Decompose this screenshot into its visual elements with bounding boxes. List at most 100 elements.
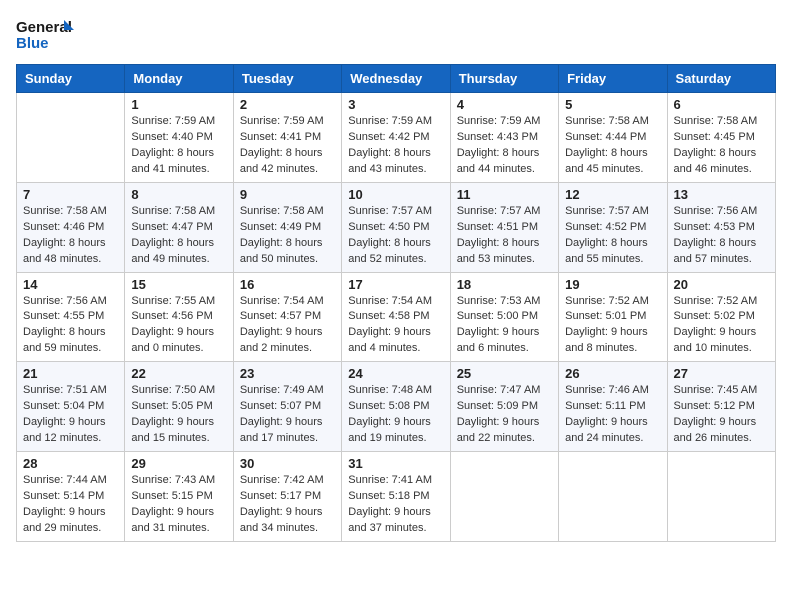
weekday-header-tuesday: Tuesday [233, 65, 341, 93]
calendar-cell: 19 Sunrise: 7:52 AMSunset: 5:01 PMDayligh… [559, 272, 667, 362]
weekday-header-friday: Friday [559, 65, 667, 93]
day-info: Sunrise: 7:58 AMSunset: 4:45 PMDaylight:… [674, 114, 769, 178]
calendar-week-row: 21 Sunrise: 7:51 AMSunset: 5:04 PMDayligh… [17, 362, 776, 452]
calendar-cell: 8Sunrise: 7:58 AMSunset: 4:47 PMDaylight… [125, 182, 233, 272]
day-number: 25 [457, 366, 552, 381]
day-number: 29 [131, 456, 226, 471]
svg-text:Blue: Blue [16, 35, 49, 52]
calendar-cell: 11Sunrise: 7:57 AMSunset: 4:51 PMDayligh… [450, 182, 558, 272]
day-info: Sunrise: 7:51 AMSunset: 5:04 PMDaylight:… [23, 383, 118, 447]
day-number: 26 [565, 366, 660, 381]
day-info: Sunrise: 7:50 AMSunset: 5:05 PMDaylight:… [131, 383, 226, 447]
day-number: 4 [457, 97, 552, 112]
weekday-header-row: SundayMondayTuesdayWednesdayThursdayFrid… [17, 65, 776, 93]
day-info: Sunrise: 7:48 AMSunset: 5:08 PMDaylight:… [348, 383, 443, 447]
calendar-cell: 20Sunrise: 7:52 AMSunset: 5:02 PMDayligh… [667, 272, 775, 362]
calendar-cell: 26 Sunrise: 7:46 AMSunset: 5:11 PMDayligh… [559, 362, 667, 452]
day-info: Sunrise: 7:43 AMSunset: 5:15 PMDaylight:… [131, 473, 226, 537]
day-number: 2 [240, 97, 335, 112]
calendar-cell: 23 Sunrise: 7:49 AMSunset: 5:07 PMDayligh… [233, 362, 341, 452]
calendar-cell: 14 Sunrise: 7:56 AMSunset: 4:55 PMDayligh… [17, 272, 125, 362]
calendar-cell: 29 Sunrise: 7:43 AMSunset: 5:15 PMDayligh… [125, 452, 233, 542]
logo-svg: GeneralBlue [16, 16, 76, 52]
day-number: 16 [240, 277, 335, 292]
calendar-cell: 12Sunrise: 7:57 AMSunset: 4:52 PMDayligh… [559, 182, 667, 272]
calendar-cell: 31Sunrise: 7:41 AMSunset: 5:18 PMDayligh… [342, 452, 450, 542]
day-info: Sunrise: 7:58 AMSunset: 4:49 PMDaylight:… [240, 204, 335, 268]
svg-text:General: General [16, 19, 72, 36]
day-info: Sunrise: 7:49 AMSunset: 5:07 PMDaylight:… [240, 383, 335, 447]
day-number: 13 [674, 187, 769, 202]
day-number: 10 [348, 187, 443, 202]
day-info: Sunrise: 7:52 AMSunset: 5:02 PMDaylight:… [674, 294, 769, 358]
weekday-header-wednesday: Wednesday [342, 65, 450, 93]
weekday-header-saturday: Saturday [667, 65, 775, 93]
calendar-cell: 13 Sunrise: 7:56 AMSunset: 4:53 PMDayligh… [667, 182, 775, 272]
calendar-cell: 1Sunrise: 7:59 AMSunset: 4:40 PMDaylight… [125, 93, 233, 183]
day-info: Sunrise: 7:54 AMSunset: 4:58 PMDaylight:… [348, 294, 443, 358]
calendar-cell [559, 452, 667, 542]
day-info: Sunrise: 7:59 AMSunset: 4:40 PMDaylight:… [131, 114, 226, 178]
day-info: Sunrise: 7:55 AMSunset: 4:56 PMDaylight:… [131, 294, 226, 358]
calendar-cell: 25 Sunrise: 7:47 AMSunset: 5:09 PMDayligh… [450, 362, 558, 452]
day-number: 27 [674, 366, 769, 381]
day-info: Sunrise: 7:59 AMSunset: 4:42 PMDaylight:… [348, 114, 443, 178]
calendar-cell: 30 Sunrise: 7:42 AMSunset: 5:17 PMDayligh… [233, 452, 341, 542]
calendar-cell: 16 Sunrise: 7:54 AMSunset: 4:57 PMDayligh… [233, 272, 341, 362]
day-number: 3 [348, 97, 443, 112]
day-number: 17 [348, 277, 443, 292]
calendar-cell: 6Sunrise: 7:58 AMSunset: 4:45 PMDaylight… [667, 93, 775, 183]
day-info: Sunrise: 7:47 AMSunset: 5:09 PMDaylight:… [457, 383, 552, 447]
calendar-cell: 24 Sunrise: 7:48 AMSunset: 5:08 PMDayligh… [342, 362, 450, 452]
day-info: Sunrise: 7:58 AMSunset: 4:47 PMDaylight:… [131, 204, 226, 268]
day-number: 22 [131, 366, 226, 381]
day-number: 15 [131, 277, 226, 292]
calendar-cell: 2 Sunrise: 7:59 AMSunset: 4:41 PMDaylight… [233, 93, 341, 183]
weekday-header-sunday: Sunday [17, 65, 125, 93]
calendar-cell: 3 Sunrise: 7:59 AMSunset: 4:42 PMDaylight… [342, 93, 450, 183]
day-number: 21 [23, 366, 118, 381]
calendar-cell: 15 Sunrise: 7:55 AMSunset: 4:56 PMDayligh… [125, 272, 233, 362]
day-number: 19 [565, 277, 660, 292]
calendar-cell: 28Sunrise: 7:44 AMSunset: 5:14 PMDayligh… [17, 452, 125, 542]
day-info: Sunrise: 7:54 AMSunset: 4:57 PMDaylight:… [240, 294, 335, 358]
day-number: 30 [240, 456, 335, 471]
day-info: Sunrise: 7:58 AMSunset: 4:44 PMDaylight:… [565, 114, 660, 178]
calendar-cell: 17 Sunrise: 7:54 AMSunset: 4:58 PMDayligh… [342, 272, 450, 362]
day-info: Sunrise: 7:58 AMSunset: 4:46 PMDaylight:… [23, 204, 118, 268]
calendar-table: SundayMondayTuesdayWednesdayThursdayFrid… [16, 64, 776, 542]
calendar-cell: 21 Sunrise: 7:51 AMSunset: 5:04 PMDayligh… [17, 362, 125, 452]
day-number: 7 [23, 187, 118, 202]
day-info: Sunrise: 7:53 AMSunset: 5:00 PMDaylight:… [457, 294, 552, 358]
day-info: Sunrise: 7:45 AMSunset: 5:12 PMDaylight:… [674, 383, 769, 447]
calendar-cell: 5 Sunrise: 7:58 AMSunset: 4:44 PMDaylight… [559, 93, 667, 183]
calendar-week-row: 7 Sunrise: 7:58 AMSunset: 4:46 PMDaylight… [17, 182, 776, 272]
calendar-cell [450, 452, 558, 542]
calendar-week-row: 28Sunrise: 7:44 AMSunset: 5:14 PMDayligh… [17, 452, 776, 542]
calendar-cell: 4 Sunrise: 7:59 AMSunset: 4:43 PMDaylight… [450, 93, 558, 183]
day-info: Sunrise: 7:59 AMSunset: 4:41 PMDaylight:… [240, 114, 335, 178]
day-number: 5 [565, 97, 660, 112]
day-info: Sunrise: 7:52 AMSunset: 5:01 PMDaylight:… [565, 294, 660, 358]
calendar-cell: 18 Sunrise: 7:53 AMSunset: 5:00 PMDayligh… [450, 272, 558, 362]
day-number: 14 [23, 277, 118, 292]
day-info: Sunrise: 7:46 AMSunset: 5:11 PMDaylight:… [565, 383, 660, 447]
day-number: 18 [457, 277, 552, 292]
day-info: Sunrise: 7:57 AMSunset: 4:51 PMDaylight:… [457, 204, 552, 268]
calendar-cell: 22 Sunrise: 7:50 AMSunset: 5:05 PMDayligh… [125, 362, 233, 452]
calendar-cell [17, 93, 125, 183]
calendar-cell [667, 452, 775, 542]
day-info: Sunrise: 7:42 AMSunset: 5:17 PMDaylight:… [240, 473, 335, 537]
day-number: 24 [348, 366, 443, 381]
calendar-week-row: 14 Sunrise: 7:56 AMSunset: 4:55 PMDayligh… [17, 272, 776, 362]
day-info: Sunrise: 7:56 AMSunset: 4:53 PMDaylight:… [674, 204, 769, 268]
calendar-cell: 10 Sunrise: 7:57 AMSunset: 4:50 PMDayligh… [342, 182, 450, 272]
calendar-cell: 7 Sunrise: 7:58 AMSunset: 4:46 PMDaylight… [17, 182, 125, 272]
day-info: Sunrise: 7:57 AMSunset: 4:50 PMDaylight:… [348, 204, 443, 268]
day-info: Sunrise: 7:56 AMSunset: 4:55 PMDaylight:… [23, 294, 118, 358]
calendar-week-row: 1Sunrise: 7:59 AMSunset: 4:40 PMDaylight… [17, 93, 776, 183]
calendar-cell: 27 Sunrise: 7:45 AMSunset: 5:12 PMDayligh… [667, 362, 775, 452]
day-number: 23 [240, 366, 335, 381]
weekday-header-thursday: Thursday [450, 65, 558, 93]
day-info: Sunrise: 7:59 AMSunset: 4:43 PMDaylight:… [457, 114, 552, 178]
